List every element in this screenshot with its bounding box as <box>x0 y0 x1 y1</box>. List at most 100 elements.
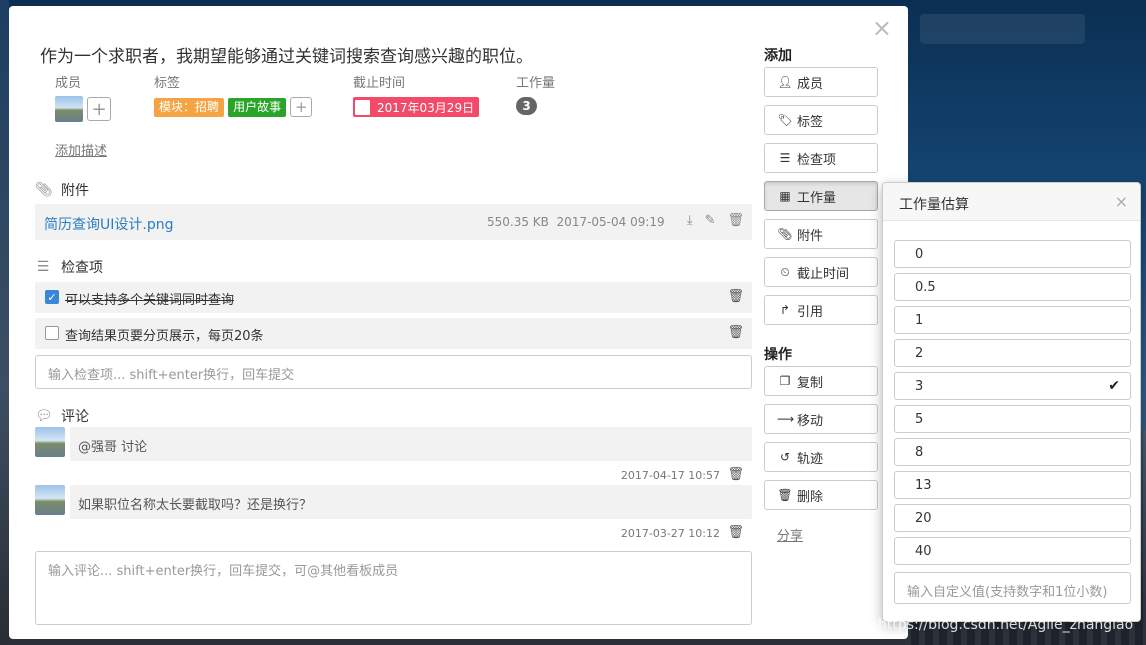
checklist-heading-text: 检查项 <box>61 260 103 276</box>
deadline-badge[interactable]: 2017年03月29日 <box>353 97 480 117</box>
list-icon: ☰ <box>779 151 791 165</box>
attachment-actions: ⤓ ✎ 🗑︎ <box>687 213 744 228</box>
estimate-option-label: 20 <box>915 511 932 526</box>
comments-heading-text: 评论 <box>61 409 89 425</box>
trash-icon[interactable]: 🗑︎ <box>727 213 744 228</box>
add-workload-label: 工作量 <box>797 190 837 206</box>
estimate-option-label: 8 <box>915 445 924 460</box>
add-member-label: 成员 <box>797 76 824 92</box>
operations-heading: 操作 <box>764 347 792 363</box>
trash-icon[interactable]: 🗑︎ <box>727 325 744 340</box>
close-icon[interactable]: × <box>1115 192 1128 211</box>
estimate-option-label: 3 <box>915 379 924 394</box>
commenter-avatar <box>35 427 65 457</box>
add-heading: 添加 <box>764 48 792 64</box>
add-workload-button[interactable]: ▦ 工作量 <box>764 181 878 211</box>
estimate-option-13[interactable]: 13 <box>894 471 1131 499</box>
tag-user-story[interactable]: 用户故事 <box>228 97 287 117</box>
list-icon: ☰ <box>36 259 50 275</box>
checklist-item-text[interactable]: 可以支持多个关键词同时查询 <box>65 289 234 308</box>
add-checklist-label: 检查项 <box>797 152 837 168</box>
estimate-option-label: 40 <box>915 544 932 559</box>
pencil-icon[interactable]: ✎ <box>705 213 716 228</box>
popover-header: 工作量估算 × <box>883 183 1140 221</box>
add-deadline-label: 截止时间 <box>797 266 850 282</box>
download-icon[interactable]: ⤓ <box>687 213 693 228</box>
estimate-option-0-5[interactable]: 0.5 <box>894 273 1131 301</box>
history-icon: ↺ <box>779 450 791 464</box>
workload-block: 工作量 3 <box>516 72 555 115</box>
workload-label: 工作量 <box>516 76 556 91</box>
workload-badge[interactable]: 3 <box>516 97 537 115</box>
attachment-info: 550.35 KB 2017-05-04 09:19 <box>487 215 665 229</box>
trash-icon[interactable]: 🗑︎ <box>727 289 744 304</box>
checkmark-icon: ✔ <box>1108 378 1120 394</box>
history-label: 轨迹 <box>797 451 824 467</box>
history-button[interactable]: ↺ 轨迹 <box>764 442 878 472</box>
card-detail-modal: × 作为一个求职者，我期望能够通过关键词搜索查询感兴趣的职位。 成员 + 标签 … <box>9 6 908 639</box>
member-avatar[interactable] <box>55 96 83 122</box>
card-title[interactable]: 作为一个求职者，我期望能够通过关键词搜索查询感兴趣的职位。 <box>40 42 533 67</box>
close-icon[interactable]: × <box>872 16 892 40</box>
add-reference-button[interactable]: ↱ 引用 <box>764 295 878 325</box>
comment-icon: 💬︎ <box>35 408 53 424</box>
move-label: 移动 <box>797 413 824 429</box>
commenter-avatar <box>35 485 65 515</box>
share-link[interactable]: 分享 <box>777 525 803 544</box>
workload-estimate-popover: 工作量估算 × 0 0.5 1 2 3 ✔ 5 8 13 20 40 输入自定义值… <box>882 182 1141 622</box>
comment-text: @强哥 讨论 <box>70 427 752 461</box>
checklist-checkbox-checked[interactable]: ✓ <box>45 290 59 304</box>
attachments-heading-text: 附件 <box>61 183 89 199</box>
attachment-row: 简历查询UI设计.png 550.35 KB 2017-05-04 09:19 … <box>35 204 752 240</box>
checklist-item-text[interactable]: 查询结果页要分页展示，每页20条 <box>65 325 264 344</box>
add-checklist-button[interactable]: ☰ 检查项 <box>764 143 878 173</box>
grid-icon: ▦ <box>779 189 791 203</box>
deadline-label: 截止时间 <box>353 76 406 91</box>
add-tag-button[interactable]: 🏷︎ 标签 <box>764 105 878 135</box>
add-deadline-button[interactable]: ⏲ 截止时间 <box>764 257 878 287</box>
attachment-size: 550.35 KB <box>487 215 549 229</box>
background-left <box>0 0 9 645</box>
add-tag-plus-button[interactable]: + <box>290 97 313 117</box>
deadline-date: 2017年03月29日 <box>377 100 475 115</box>
paperclip-icon: 📎︎ <box>777 227 793 241</box>
share-arrow-icon: ↱ <box>779 303 791 317</box>
checklist-item: 查询结果页要分页展示，每页20条 🗑︎ <box>35 318 752 349</box>
add-member-plus-button[interactable]: + <box>87 97 112 121</box>
add-description-link[interactable]: 添加描述 <box>55 140 107 159</box>
deadline-checkbox[interactable] <box>355 99 370 115</box>
move-button[interactable]: ⟶ 移动 <box>764 404 878 434</box>
tags-block: 标签 模块：招聘 用户故事 + <box>154 72 313 117</box>
estimate-option-20[interactable]: 20 <box>894 504 1131 532</box>
copy-button[interactable]: ❐ 复制 <box>764 366 878 396</box>
members-label: 成员 <box>55 76 82 91</box>
estimate-option-2[interactable]: 2 <box>894 339 1131 367</box>
checklist-input[interactable]: 输入检查项... shift+enter换行，回车提交 <box>35 355 752 389</box>
estimate-option-0[interactable]: 0 <box>894 240 1131 268</box>
estimate-option-label: 5 <box>915 412 924 427</box>
delete-button[interactable]: 🗑︎ 删除 <box>764 480 878 510</box>
estimate-option-5[interactable]: 5 <box>894 405 1131 433</box>
checklist-checkbox[interactable] <box>45 326 59 340</box>
tag-module[interactable]: 模块：招聘 <box>154 97 225 117</box>
members-block: 成员 + <box>55 72 112 122</box>
estimate-option-8[interactable]: 8 <box>894 438 1131 466</box>
add-member-button[interactable]: 👤︎ 成员 <box>764 67 878 97</box>
attachments-heading: 📎︎ 附件 <box>35 180 89 200</box>
trash-icon[interactable]: 🗑︎ <box>727 525 744 540</box>
estimate-option-label: 13 <box>915 478 932 493</box>
attachment-time: 2017-05-04 09:19 <box>556 215 665 229</box>
estimate-option-40[interactable]: 40 <box>894 537 1131 565</box>
estimate-option-3[interactable]: 3 ✔ <box>894 372 1131 400</box>
comment-input[interactable]: 输入评论... shift+enter换行，回车提交，可@其他看板成员 <box>35 551 752 625</box>
estimate-option-label: 0 <box>915 247 924 262</box>
custom-estimate-input[interactable]: 输入自定义值(支持数字和1位小数) <box>894 572 1131 604</box>
add-tag-label: 标签 <box>797 114 824 130</box>
attachment-name[interactable]: 简历查询UI设计.png <box>44 214 173 234</box>
add-attachment-button[interactable]: 📎︎ 附件 <box>764 219 878 249</box>
trash-icon: 🗑︎ <box>777 488 793 502</box>
paperclip-icon: 📎︎ <box>35 182 53 198</box>
estimate-option-1[interactable]: 1 <box>894 306 1131 334</box>
trash-icon[interactable]: 🗑︎ <box>727 467 744 482</box>
add-reference-label: 引用 <box>797 304 824 320</box>
